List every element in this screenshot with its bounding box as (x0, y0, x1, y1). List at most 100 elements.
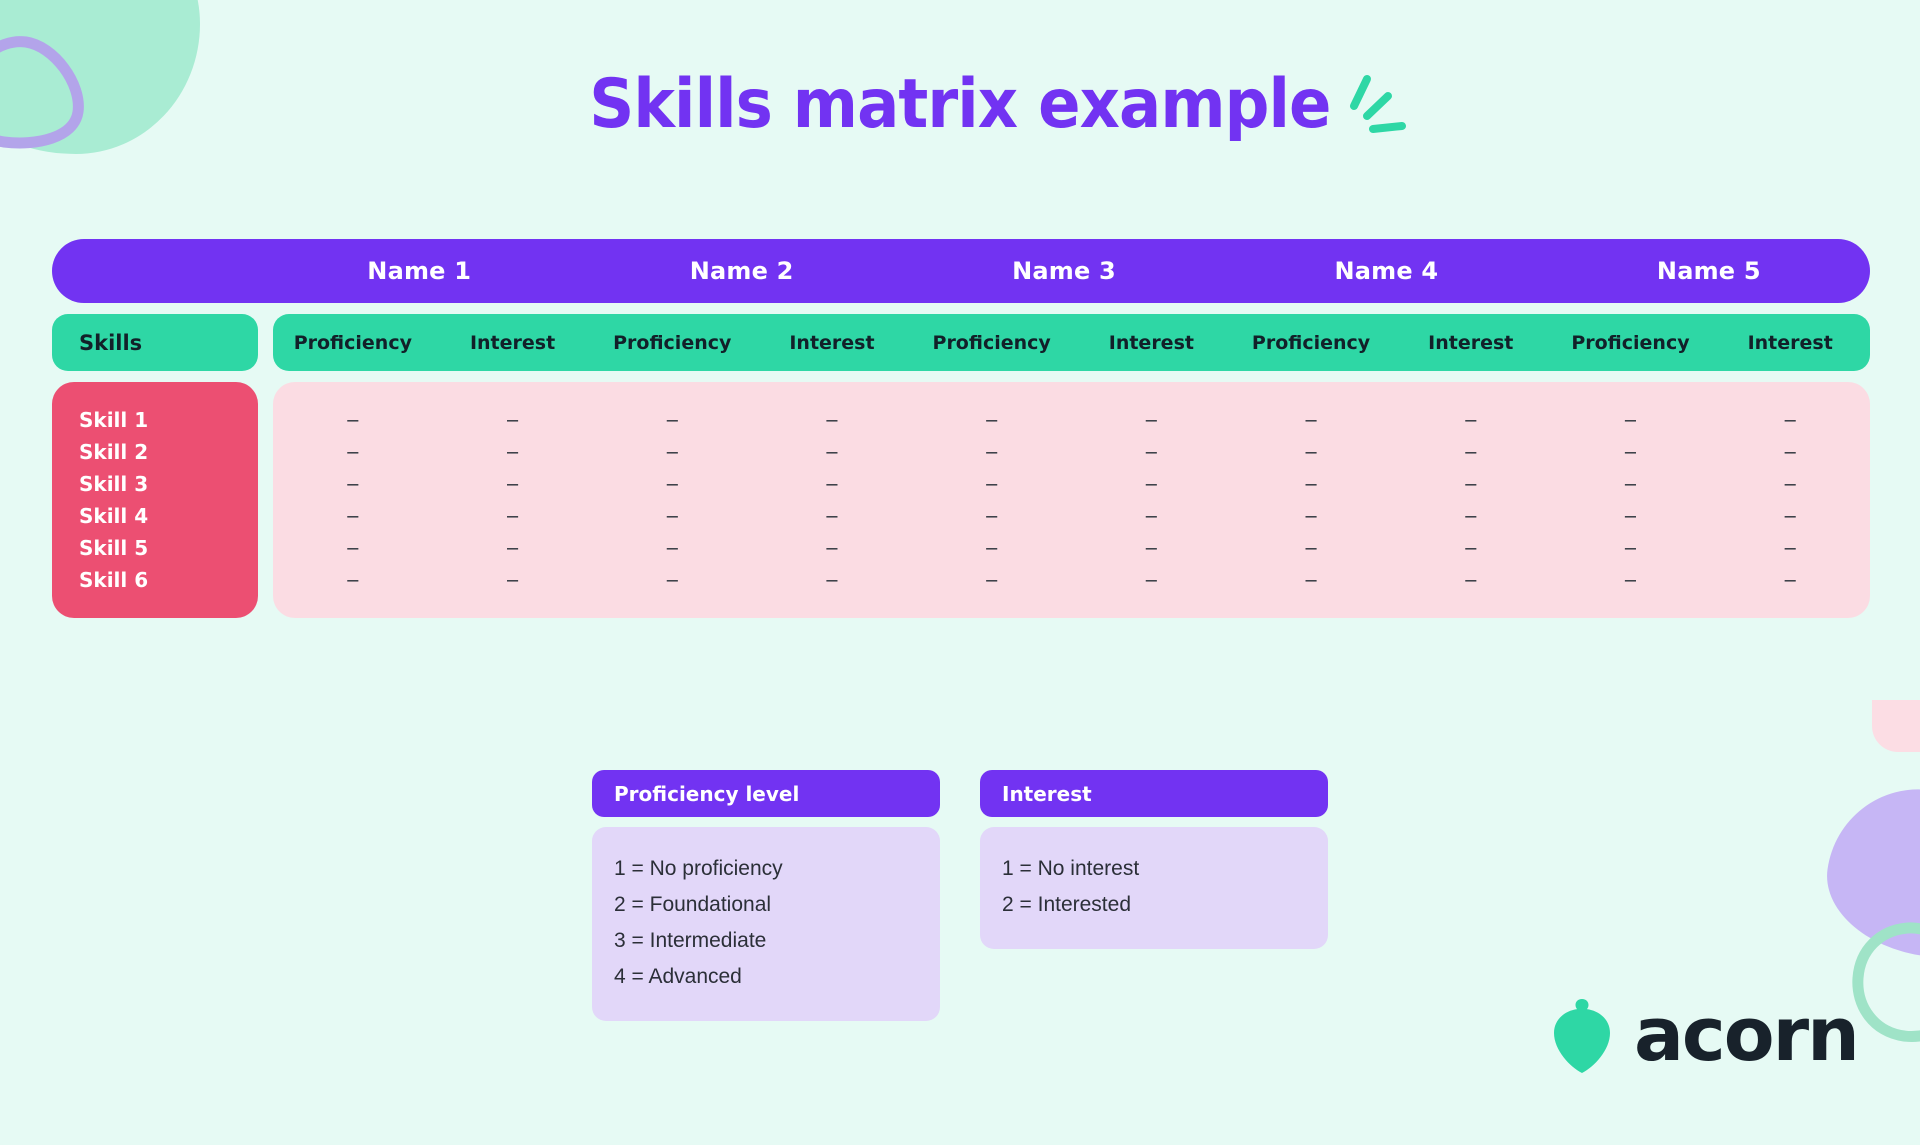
cell-r3-c3[interactable]: – (592, 468, 752, 500)
subheader-pill: Proficiency Interest Proficiency Interes… (273, 314, 1870, 371)
legend-proficiency-item-2: 2 = Foundational (614, 893, 772, 916)
cell-r1-c1[interactable]: – (273, 404, 433, 436)
cell-r4-c1[interactable]: – (273, 500, 433, 532)
cell-r5-c8[interactable]: – (1391, 532, 1551, 564)
cell-r5-c6[interactable]: – (1072, 532, 1232, 564)
table-row: – – – – – – – – – – (273, 468, 1870, 500)
cell-r6-c7[interactable]: – (1231, 564, 1391, 596)
cell-r5-c2[interactable]: – (433, 532, 593, 564)
subheader-proficiency-5: Proficiency (1571, 331, 1690, 354)
cell-r5-c5[interactable]: – (912, 532, 1072, 564)
matrix-names-header: Name 1 Name 2 Name 3 Name 4 Name 5 (52, 239, 1870, 303)
cell-r1-c2[interactable]: – (433, 404, 593, 436)
subheader-group-1: Proficiency Interest (273, 332, 592, 354)
cell-group: – – (273, 404, 592, 436)
cell-r2-c10[interactable]: – (1710, 436, 1870, 468)
cell-r5-c10[interactable]: – (1710, 532, 1870, 564)
cell-r5-c1[interactable]: – (273, 532, 433, 564)
matrix-grid-panel: – – – – – – – – – – – – – – – – – – – – … (273, 382, 1870, 618)
skills-header-label: Skills (79, 330, 143, 355)
cell-r3-c10[interactable]: – (1710, 468, 1870, 500)
cell-r6-c10[interactable]: – (1710, 564, 1870, 596)
cell-r2-c4[interactable]: – (752, 436, 912, 468)
legend-proficiency-header: Proficiency level (592, 770, 940, 817)
cell-r3-c4[interactable]: – (752, 468, 912, 500)
cell-r2-c6[interactable]: – (1072, 436, 1232, 468)
cell-r5-c9[interactable]: – (1551, 532, 1711, 564)
cell-r5-c7[interactable]: – (1231, 532, 1391, 564)
cell-r2-c5[interactable]: – (912, 436, 1072, 468)
cell-r1-c3[interactable]: – (592, 404, 752, 436)
cell-group: – – (1551, 468, 1870, 500)
matrix-body: Skill 1 Skill 2 Skill 3 Skill 4 Skill 5 … (52, 382, 1870, 618)
cell-r5-c4[interactable]: – (752, 532, 912, 564)
cell-r4-c9[interactable]: – (1551, 500, 1711, 532)
acorn-icon (1554, 999, 1610, 1073)
cell-group: – – (592, 404, 911, 436)
cell-r1-c10[interactable]: – (1710, 404, 1870, 436)
cell-r3-c9[interactable]: – (1551, 468, 1711, 500)
cell-r3-c6[interactable]: – (1072, 468, 1232, 500)
cell-group: – – (1551, 564, 1870, 596)
cell-r5-c3[interactable]: – (592, 532, 752, 564)
legend-interest: Interest 1 = No interest 2 = Interested (980, 770, 1328, 949)
cell-r1-c6[interactable]: – (1072, 404, 1232, 436)
decorative-green-ring (1852, 922, 1920, 1042)
cell-group: – – (912, 436, 1231, 468)
cell-r4-c3[interactable]: – (592, 500, 752, 532)
cell-group: – – (273, 436, 592, 468)
cell-r4-c2[interactable]: – (433, 500, 593, 532)
cell-r2-c7[interactable]: – (1231, 436, 1391, 468)
cell-r3-c2[interactable]: – (433, 468, 593, 500)
subheader-group-3: Proficiency Interest (912, 332, 1231, 354)
skills-header-pill: Skills (52, 314, 258, 371)
cell-group: – – (592, 468, 911, 500)
cell-r2-c8[interactable]: – (1391, 436, 1551, 468)
cell-r6-c3[interactable]: – (592, 564, 752, 596)
cell-r6-c4[interactable]: – (752, 564, 912, 596)
cell-r2-c3[interactable]: – (592, 436, 752, 468)
matrix-subheader-row: Skills Proficiency Interest Proficiency … (52, 314, 1870, 371)
cell-r6-c1[interactable]: – (273, 564, 433, 596)
cell-r6-c2[interactable]: – (433, 564, 593, 596)
title-area: Skills matrix example (0, 67, 1920, 178)
skill-label-6: Skill 6 (79, 568, 149, 592)
cell-r1-c9[interactable]: – (1551, 404, 1711, 436)
cell-r4-c5[interactable]: – (912, 500, 1072, 532)
cell-r1-c5[interactable]: – (912, 404, 1072, 436)
cell-group: – – (1231, 436, 1550, 468)
cell-group: – – (273, 564, 592, 596)
cell-r4-c4[interactable]: – (752, 500, 912, 532)
cell-group: – – (1551, 404, 1870, 436)
legend-proficiency-title: Proficiency level (614, 781, 800, 806)
cell-r6-c8[interactable]: – (1391, 564, 1551, 596)
cell-group: – – (912, 468, 1231, 500)
cell-group: – – (592, 436, 911, 468)
cell-group: – – (592, 500, 911, 532)
cell-r1-c4[interactable]: – (752, 404, 912, 436)
legend-proficiency-item-4: 4 = Advanced (614, 965, 742, 988)
legend-proficiency-item-3: 3 = Intermediate (614, 929, 767, 952)
skill-label-1: Skill 1 (79, 408, 149, 432)
cell-r3-c8[interactable]: – (1391, 468, 1551, 500)
subheader-proficiency-3: Proficiency (932, 331, 1051, 354)
cell-r4-c6[interactable]: – (1072, 500, 1232, 532)
cell-r6-c9[interactable]: – (1551, 564, 1711, 596)
cell-r6-c6[interactable]: – (1072, 564, 1232, 596)
subheader-group-5: Proficiency Interest (1551, 332, 1870, 354)
cell-r4-c8[interactable]: – (1391, 500, 1551, 532)
cell-r1-c7[interactable]: – (1231, 404, 1391, 436)
cell-r2-c9[interactable]: – (1551, 436, 1711, 468)
table-row: – – – – – – – – – – (273, 404, 1870, 436)
cell-r4-c10[interactable]: – (1710, 500, 1870, 532)
cell-r3-c1[interactable]: – (273, 468, 433, 500)
cell-r6-c5[interactable]: – (912, 564, 1072, 596)
cell-r1-c8[interactable]: – (1391, 404, 1551, 436)
cell-r3-c5[interactable]: – (912, 468, 1072, 500)
cell-r3-c7[interactable]: – (1231, 468, 1391, 500)
cell-group: – – (273, 500, 592, 532)
cell-r2-c2[interactable]: – (433, 436, 593, 468)
cell-r2-c1[interactable]: – (273, 436, 433, 468)
cell-r4-c7[interactable]: – (1231, 500, 1391, 532)
decorative-pink-bar (1872, 700, 1920, 752)
